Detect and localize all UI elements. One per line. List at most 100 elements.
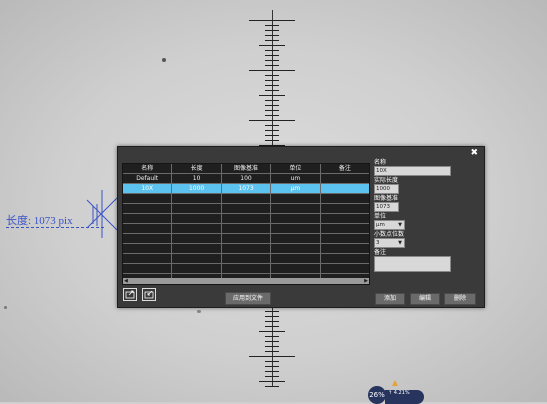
table-row-empty[interactable] — [123, 264, 369, 274]
ruler-tick — [265, 55, 279, 56]
table-cell — [123, 244, 173, 253]
ruler-tick — [265, 376, 279, 377]
table-row-empty[interactable] — [123, 204, 369, 214]
ruler-tick — [265, 366, 279, 367]
ruler-tick — [265, 361, 279, 362]
chevron-down-icon: ▼ — [398, 222, 402, 228]
ruler-tick — [259, 95, 285, 96]
export-icon[interactable] — [123, 288, 137, 301]
decimals-value: 3 — [376, 240, 380, 246]
table-cell — [271, 284, 320, 285]
table-row-empty[interactable] — [123, 194, 369, 204]
magnification-value: 26% — [368, 386, 386, 404]
add-button[interactable]: 添加 — [375, 293, 405, 305]
ruler-tick — [265, 115, 279, 116]
base-label: 图像基准 — [374, 195, 399, 202]
table-cell — [222, 244, 272, 253]
ruler-tick — [265, 135, 279, 136]
column-header[interactable]: 名称 — [123, 164, 173, 173]
table-row-empty[interactable] — [123, 254, 369, 264]
table-cell — [123, 204, 173, 213]
table-row-empty[interactable] — [123, 234, 369, 244]
scroll-left-icon[interactable]: ◀ — [124, 278, 128, 284]
table-cell — [271, 244, 321, 253]
ruler-tick — [265, 316, 279, 317]
base-field[interactable]: 1073 — [374, 202, 399, 212]
scroll-right-icon[interactable]: ▶ — [364, 278, 368, 284]
length-field[interactable]: 1000 — [374, 184, 399, 194]
ruler-tick — [259, 45, 285, 46]
table-cell — [321, 174, 369, 183]
ruler-tick — [265, 25, 279, 26]
table-cell — [222, 254, 272, 263]
calibration-form: 名称 10X 实际长度 1000 图像基准 1073 单位 μm ▼ 小数点位数… — [374, 159, 480, 273]
table-cell: 10 — [172, 174, 222, 183]
table-cell — [123, 214, 173, 223]
delete-button[interactable]: 删除 — [444, 293, 476, 305]
table-cell — [271, 264, 321, 273]
unit-label: 单位 — [374, 213, 387, 220]
table-cell — [172, 224, 222, 233]
table-cell — [321, 264, 369, 273]
apply-to-file-button[interactable]: 应用到文件 — [225, 292, 271, 305]
measurement-endpoint-marker[interactable] — [85, 190, 119, 238]
import-icon[interactable] — [142, 288, 156, 301]
table-cell: 1073 — [222, 184, 272, 193]
calibration-table: 名称 长度 图像基准 单位 备注 Default 10 100 um 10X 1… — [122, 163, 370, 285]
column-header[interactable]: 长度 — [172, 164, 222, 173]
table-cell — [222, 284, 271, 285]
column-header[interactable]: 图像基准 — [222, 164, 272, 173]
decimals-select[interactable]: 3 ▼ — [374, 238, 405, 248]
horizontal-scrollbar[interactable]: ◀ ▶ — [123, 278, 369, 284]
column-header[interactable]: 备注 — [321, 164, 369, 173]
table-cell — [123, 264, 173, 273]
close-icon[interactable]: ✖ — [470, 148, 478, 158]
ruler-tick — [265, 125, 279, 126]
table-cell — [271, 214, 321, 223]
name-field[interactable]: 10X — [374, 166, 451, 176]
table-row[interactable]: Default 10 100 um — [123, 174, 369, 184]
table-cell — [172, 264, 222, 273]
measurement-label: 长度: 1073 pix — [6, 215, 73, 227]
table-cell — [172, 194, 222, 203]
table-row-empty[interactable] — [123, 244, 369, 254]
ruler-tick — [265, 100, 279, 101]
table-cell — [321, 194, 369, 203]
ruler-tick — [265, 80, 279, 81]
table-cell — [172, 254, 222, 263]
ruler-tick — [265, 341, 279, 342]
table-cell — [172, 244, 222, 253]
table-header: 名称 长度 图像基准 单位 备注 — [123, 164, 369, 174]
table-cell: Default — [123, 174, 173, 183]
ruler-tick — [249, 20, 295, 21]
table-row-empty[interactable] — [123, 214, 369, 224]
ruler-tick — [265, 30, 279, 31]
ruler-tick — [265, 321, 279, 322]
ruler-tick — [265, 50, 279, 51]
ruler-tick — [265, 371, 279, 372]
ruler-tick — [265, 60, 279, 61]
ruler-tick — [265, 105, 279, 106]
ruler-tick — [265, 65, 279, 66]
table-row-empty[interactable] — [123, 284, 369, 285]
edit-button[interactable]: 编辑 — [410, 293, 440, 305]
table-row-selected[interactable]: 10X 1000 1073 μm — [123, 184, 369, 194]
table-cell: 10X — [123, 184, 173, 193]
note-field[interactable] — [374, 256, 451, 272]
unit-select[interactable]: μm ▼ — [374, 220, 405, 230]
table-cell — [271, 204, 321, 213]
table-row-empty[interactable] — [123, 224, 369, 234]
table-cell — [321, 244, 369, 253]
unit-value: μm — [376, 222, 385, 228]
table-cell — [321, 254, 369, 263]
table-cell — [222, 194, 272, 203]
ruler-tick — [265, 351, 279, 352]
table-cell — [321, 234, 369, 243]
ruler-tick — [249, 356, 295, 357]
ruler-tick — [265, 386, 279, 387]
ruler-tick — [265, 311, 279, 312]
ruler-tick — [265, 90, 279, 91]
table-cell — [123, 224, 173, 233]
table-cell — [123, 254, 173, 263]
column-header[interactable]: 单位 — [271, 164, 321, 173]
